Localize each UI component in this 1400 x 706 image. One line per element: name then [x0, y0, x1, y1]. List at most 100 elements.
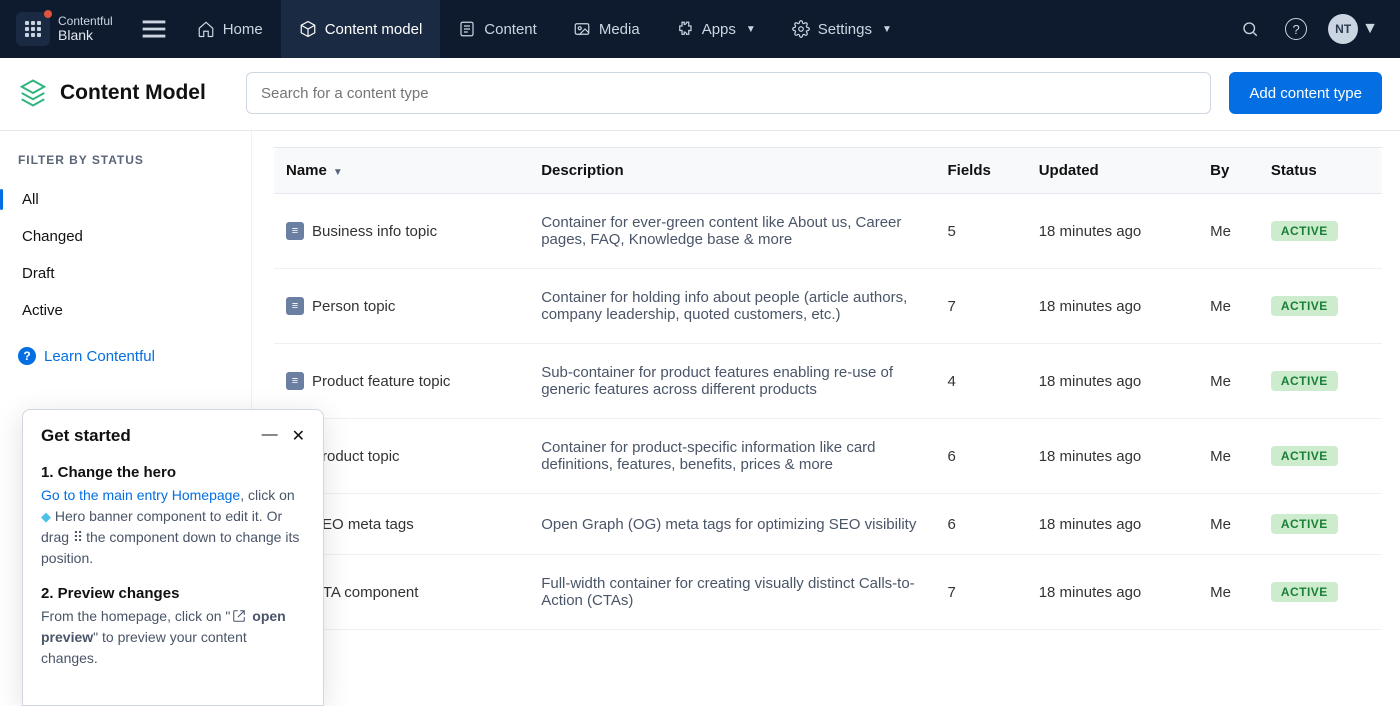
row-fields: 7 — [935, 555, 1026, 630]
close-button[interactable]: ✕ — [292, 426, 305, 446]
avatar: NT — [1328, 14, 1358, 44]
page-header: Content Model Add content type — [0, 58, 1400, 131]
step2-title: 2. Preview changes — [41, 585, 305, 602]
settings-icon — [792, 20, 810, 38]
app-switcher-button[interactable] — [16, 12, 50, 46]
page-title: Content Model — [60, 81, 206, 105]
row-updated: 18 minutes ago — [1027, 494, 1198, 555]
drag-handle-icon: ⠿ — [73, 527, 82, 548]
row-updated: 18 minutes ago — [1027, 555, 1198, 630]
help-button[interactable]: ? — [1282, 15, 1310, 43]
table-row[interactable]: ≡Product feature topicSub-container for … — [274, 344, 1382, 419]
filter-item-active[interactable]: Active — [18, 292, 233, 329]
get-started-popup: Get started — ✕ 1. Change the hero Go to… — [22, 409, 324, 706]
status-badge: ACTIVE — [1271, 371, 1338, 391]
content-type-icon: ≡ — [286, 297, 304, 315]
step2-body: From the homepage, click on " open previ… — [41, 606, 305, 669]
row-updated: 18 minutes ago — [1027, 269, 1198, 344]
apps-icon — [676, 20, 694, 38]
nav-item-apps[interactable]: Apps ▼ — [658, 0, 774, 58]
notification-dot-icon — [44, 10, 52, 18]
nav-label: Settings — [818, 21, 872, 38]
row-description: Full-width container for creating visual… — [529, 555, 935, 630]
diamond-icon: ◆ — [41, 509, 51, 524]
row-fields: 7 — [935, 269, 1026, 344]
filter-list: All Changed Draft Active — [18, 181, 233, 329]
filter-heading: FILTER BY STATUS — [18, 153, 233, 167]
step1-body: Go to the main entry Homepage, click on … — [41, 485, 305, 569]
row-fields: 4 — [935, 344, 1026, 419]
row-by: Me — [1198, 494, 1259, 555]
space-selector[interactable]: Contentful Blank — [58, 15, 113, 44]
minimize-button[interactable]: — — [262, 426, 278, 446]
content-types-table: Name▼ Description Fields Updated By Stat… — [274, 147, 1382, 630]
row-fields: 6 — [935, 494, 1026, 555]
row-updated: 18 minutes ago — [1027, 344, 1198, 419]
external-link-icon — [232, 609, 246, 623]
org-name: Contentful — [58, 15, 113, 28]
col-updated[interactable]: Updated — [1027, 148, 1198, 194]
filter-item-all[interactable]: All — [18, 181, 233, 218]
grid-icon — [25, 21, 41, 37]
status-badge: ACTIVE — [1271, 446, 1338, 466]
row-description: Container for product-specific informati… — [529, 419, 935, 494]
row-fields: 5 — [935, 194, 1026, 269]
home-icon — [197, 20, 215, 38]
row-name: Person topic — [312, 298, 395, 315]
row-name: Product feature topic — [312, 373, 450, 390]
filter-item-draft[interactable]: Draft — [18, 255, 233, 292]
nav-label: Content model — [325, 21, 423, 38]
row-by: Me — [1198, 194, 1259, 269]
row-fields: 6 — [935, 419, 1026, 494]
content-icon — [458, 20, 476, 38]
col-by[interactable]: By — [1198, 148, 1259, 194]
top-nav: Contentful Blank Home Content model Cont… — [0, 0, 1400, 58]
learn-label: Learn Contentful — [44, 348, 155, 365]
col-description[interactable]: Description — [529, 148, 935, 194]
nav-item-content-model[interactable]: Content model — [281, 0, 441, 58]
row-by: Me — [1198, 555, 1259, 630]
row-description: Container for ever-green content like Ab… — [529, 194, 935, 269]
content-table-region: Name▼ Description Fields Updated By Stat… — [252, 131, 1400, 705]
row-updated: 18 minutes ago — [1027, 419, 1198, 494]
row-description: Open Graph (OG) meta tags for optimizing… — [529, 494, 935, 555]
row-updated: 18 minutes ago — [1027, 194, 1198, 269]
search-input[interactable] — [246, 72, 1211, 114]
status-badge: ACTIVE — [1271, 514, 1338, 534]
nav-label: Media — [599, 21, 640, 38]
nav-items: Home Content model Content Media Apps ▼ … — [179, 0, 910, 58]
table-row[interactable]: ≡Product topicContainer for product-spec… — [274, 419, 1382, 494]
sidebar-toggle-button[interactable] — [137, 12, 171, 46]
content-model-page-icon — [18, 78, 48, 108]
col-name[interactable]: Name▼ — [274, 148, 529, 194]
search-button[interactable] — [1236, 15, 1264, 43]
row-name: CTA component — [312, 584, 418, 601]
table-row[interactable]: ≡Person topicContainer for holding info … — [274, 269, 1382, 344]
help-icon: ? — [1285, 18, 1307, 40]
nav-label: Home — [223, 21, 263, 38]
question-icon: ? — [18, 347, 36, 365]
content-type-icon: ≡ — [286, 222, 304, 240]
learn-contentful-link[interactable]: ? Learn Contentful — [18, 347, 233, 365]
nav-item-settings[interactable]: Settings ▼ — [774, 0, 910, 58]
homepage-link[interactable]: Go to the main entry Homepage — [41, 487, 240, 503]
nav-item-media[interactable]: Media — [555, 0, 658, 58]
row-name: Product topic — [312, 448, 400, 465]
nav-label: Content — [484, 21, 537, 38]
top-right-controls: ? NT ▼ — [1236, 14, 1392, 44]
table-row[interactable]: ≡SEO meta tagsOpen Graph (OG) meta tags … — [274, 494, 1382, 555]
row-name: Business info topic — [312, 223, 437, 240]
filter-item-changed[interactable]: Changed — [18, 218, 233, 255]
nav-item-home[interactable]: Home — [179, 0, 281, 58]
status-badge: ACTIVE — [1271, 221, 1338, 241]
status-badge: ACTIVE — [1271, 296, 1338, 316]
add-content-type-button[interactable]: Add content type — [1229, 72, 1382, 114]
row-by: Me — [1198, 344, 1259, 419]
nav-item-content[interactable]: Content — [440, 0, 555, 58]
user-menu-button[interactable]: NT ▼ — [1328, 14, 1378, 44]
col-status[interactable]: Status — [1259, 148, 1382, 194]
table-row[interactable]: ≡CTA componentFull-width container for c… — [274, 555, 1382, 630]
row-name: SEO meta tags — [312, 516, 414, 533]
table-row[interactable]: ≡ Business info topic Container for ever-g… — [274, 194, 1382, 269]
col-fields[interactable]: Fields — [935, 148, 1026, 194]
